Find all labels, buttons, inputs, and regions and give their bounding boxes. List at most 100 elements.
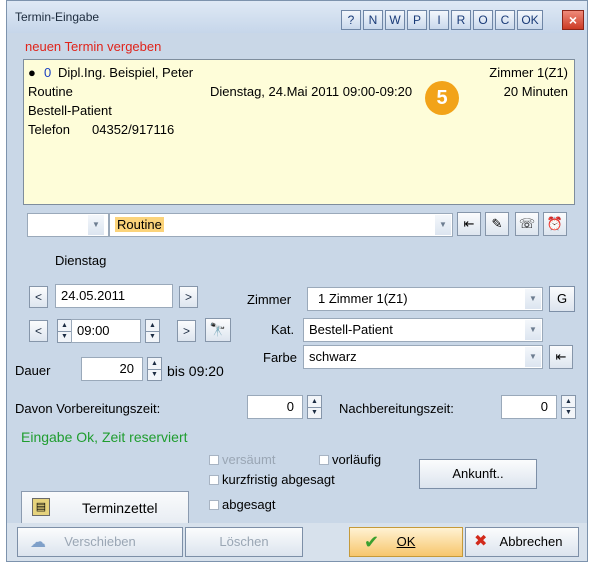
step-badge: 5	[425, 81, 459, 115]
weekday-label: Dienstag	[55, 253, 107, 268]
abgesagt-checkbox[interactable]: abgesagt	[209, 497, 276, 512]
zimmer-value: 1 Zimmer 1(Z1)	[318, 291, 408, 306]
checkmark-icon: ✔	[364, 532, 380, 552]
abgesagt-label: abgesagt	[222, 497, 276, 512]
time-next-button[interactable]: >	[177, 320, 196, 342]
alarm-icon[interactable]: ⏰	[543, 212, 567, 236]
g-button[interactable]: G	[549, 286, 575, 312]
phone-icon[interactable]: ☏	[515, 212, 539, 236]
farbe-value: schwarz	[309, 349, 357, 364]
appointment-info-panel: ● 0 Dipl.Ing. Beispiel, Peter Zimmer 1(Z…	[23, 59, 575, 205]
binoculars-icon[interactable]: 🔭	[205, 318, 231, 342]
ok-toolbar-button[interactable]: OK	[517, 10, 543, 30]
kurzfristig-checkbox[interactable]: kurzfristig abgesagt	[209, 472, 335, 487]
checkbox-box[interactable]	[209, 454, 219, 465]
nachbereitung-field[interactable]: 0	[501, 395, 557, 419]
dauer-label: Dauer	[15, 363, 51, 378]
bullet-icon: ●	[28, 65, 36, 80]
kat-dropdown[interactable]: Bestell-Patient ▼	[303, 318, 543, 342]
dauer-spinner[interactable]: ▲ ▼	[147, 357, 162, 381]
nachbereitung-label: Nachbereitungszeit:	[339, 401, 454, 416]
n-toolbar-button[interactable]: N	[363, 10, 383, 30]
vorbereitung-label: Davon Vorbereitungszeit:	[15, 401, 161, 416]
vorbereitung-field[interactable]: 0	[247, 395, 303, 419]
tab-terminzettel-label: Terminzettel	[82, 500, 158, 516]
ankunft-button[interactable]: Ankunft..	[419, 459, 537, 489]
bottom-button-bar: ☁ Verschieben Löschen ✔ OK ✖ Abbrechen	[7, 523, 587, 561]
abbrechen-button[interactable]: ✖ Abbrechen	[465, 527, 579, 557]
chevron-down-icon: ▼	[88, 215, 104, 235]
vorlaeufig-checkbox[interactable]: vorläufig	[319, 452, 381, 467]
spin-down-icon[interactable]: ▼	[562, 407, 575, 418]
info-type: Routine	[28, 84, 73, 99]
info-room: Zimmer 1(Z1)	[489, 65, 568, 80]
spin-down-icon[interactable]: ▼	[308, 407, 321, 418]
ok-label: OK	[396, 534, 416, 549]
loeschen-button[interactable]: Löschen	[185, 527, 303, 557]
zimmer-dropdown[interactable]: 1 Zimmer 1(Z1) ▼	[307, 287, 543, 311]
vorbereitung-spinner[interactable]: ▲ ▼	[307, 395, 322, 419]
time-spinner-right[interactable]: ▲ ▼	[145, 319, 160, 343]
farbe-dropdown[interactable]: schwarz ▼	[303, 345, 543, 369]
verschieben-button[interactable]: ☁ Verschieben	[17, 527, 183, 557]
info-datetime: Dienstag, 24.Mai 2011 09:00-09:20	[210, 84, 413, 99]
status-text: Eingabe Ok, Zeit reserviert	[21, 429, 188, 445]
type-dropdown[interactable]: Routine ▼	[109, 213, 453, 237]
notes-icon[interactable]: ✎	[485, 212, 509, 236]
chevron-down-icon: ▼	[525, 320, 541, 340]
prefix-dropdown[interactable]: ▼	[27, 213, 109, 237]
title-bar: Termin-Eingabe ? N W P I R O C OK ×	[7, 1, 587, 33]
phone-number: 04352/917116	[92, 122, 175, 137]
chevron-down-icon: ▼	[525, 289, 541, 309]
verschieben-label: Verschieben	[64, 534, 136, 549]
date-next-button[interactable]: >	[179, 286, 198, 308]
cross-icon: ✖	[474, 533, 488, 550]
versaeumt-label: versäumt	[222, 452, 276, 467]
notepad-icon: ▤	[32, 498, 50, 516]
dauer-field[interactable]: 20	[81, 357, 143, 381]
close-icon[interactable]: ×	[562, 10, 584, 30]
checkbox-box[interactable]	[319, 454, 329, 465]
p-toolbar-button[interactable]: P	[407, 10, 427, 30]
bis-label: bis 09:20	[167, 363, 224, 379]
versaeumt-checkbox[interactable]: versäumt	[209, 452, 275, 467]
o-toolbar-button[interactable]: O	[473, 10, 493, 30]
help-toolbar-button[interactable]: ?	[341, 10, 361, 30]
cloud-icon: ☁	[30, 534, 46, 551]
kat-value: Bestell-Patient	[309, 322, 393, 337]
spin-down-icon[interactable]: ▼	[146, 331, 159, 342]
nachbereitung-spinner[interactable]: ▲ ▼	[561, 395, 576, 419]
time-prev-button[interactable]: <	[29, 320, 48, 342]
header-caption: neuen Termin vergeben	[25, 39, 162, 54]
w-toolbar-button[interactable]: W	[385, 10, 405, 30]
list-add-icon[interactable]: ⇤	[457, 212, 481, 236]
termin-eingabe-window: Termin-Eingabe ? N W P I R O C OK × neue…	[6, 0, 588, 562]
kurzfristig-label: kurzfristig abgesagt	[222, 472, 335, 487]
ok-button[interactable]: ✔ OK	[349, 527, 463, 557]
spin-down-icon[interactable]: ▼	[58, 331, 71, 342]
chevron-down-icon: ▼	[525, 347, 541, 367]
time-field[interactable]: 09:00	[71, 319, 141, 343]
checkbox-box[interactable]	[209, 499, 219, 510]
time-spinner[interactable]: ▲ ▼	[57, 319, 72, 343]
patient-name: Dipl.Ing. Beispiel, Peter	[58, 65, 194, 80]
spin-down-icon[interactable]: ▼	[148, 369, 161, 380]
info-category: Bestell-Patient	[28, 103, 112, 118]
c-toolbar-button[interactable]: C	[495, 10, 515, 30]
date-prev-button[interactable]: <	[29, 286, 48, 308]
farbe-list-icon[interactable]: ⇤	[549, 345, 573, 369]
r-toolbar-button[interactable]: R	[451, 10, 471, 30]
type-selected: Routine	[115, 217, 164, 232]
patient-count: 0	[44, 65, 52, 80]
vorlaeufig-label: vorläufig	[332, 452, 382, 467]
chevron-down-icon: ▼	[435, 215, 451, 235]
kat-label: Kat.	[271, 322, 295, 337]
zimmer-label: Zimmer	[247, 292, 292, 307]
tab-terminzettel[interactable]: ▤ Terminzettel	[21, 491, 189, 523]
phone-label: Telefon	[28, 122, 70, 137]
window-title: Termin-Eingabe	[15, 10, 100, 24]
info-duration: 20 Minuten	[503, 84, 568, 99]
checkbox-box[interactable]	[209, 474, 219, 485]
date-field[interactable]: 24.05.2011	[55, 284, 173, 308]
i-toolbar-button[interactable]: I	[429, 10, 449, 30]
